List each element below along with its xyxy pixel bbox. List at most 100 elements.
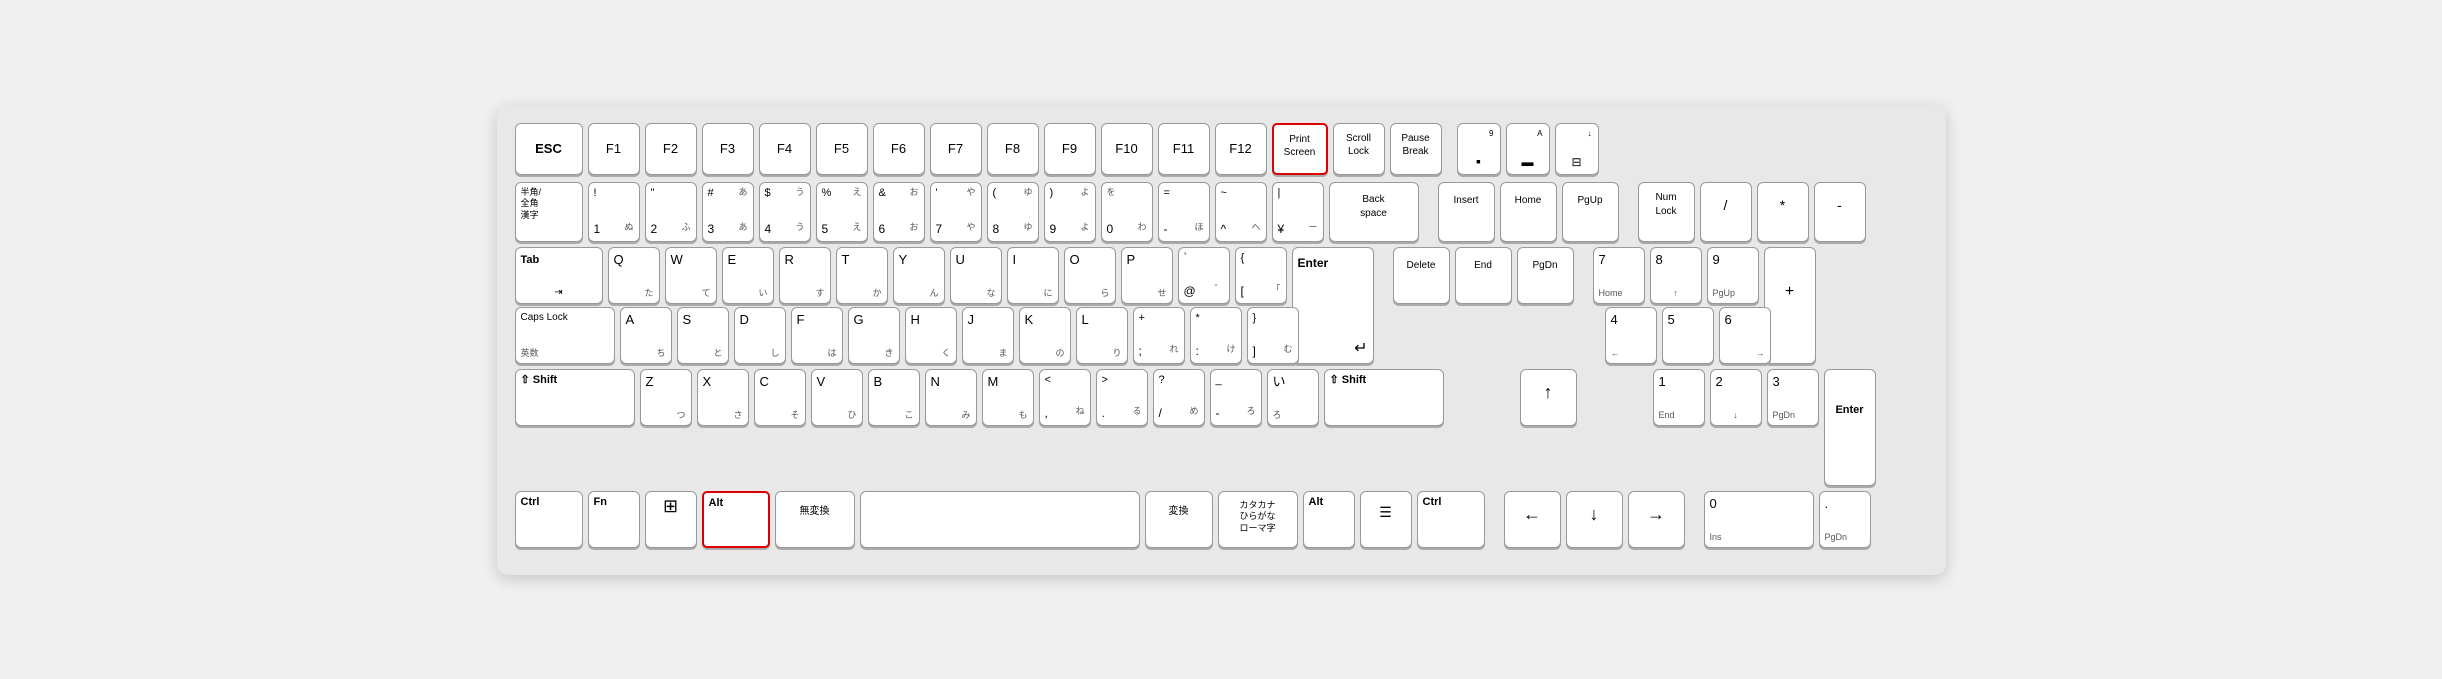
- i-small-key[interactable]: い ろ: [1267, 369, 1319, 426]
- num-minus-key[interactable]: -: [1814, 182, 1866, 242]
- space-key[interactable]: [860, 491, 1140, 548]
- m-key[interactable]: M も: [982, 369, 1034, 426]
- key-7[interactable]: ' や 7 や: [930, 182, 982, 242]
- period-key[interactable]: > . る: [1096, 369, 1148, 426]
- y-key[interactable]: Y ん: [893, 247, 945, 304]
- num-dot-key[interactable]: . PgDn: [1819, 491, 1871, 548]
- num-7-key[interactable]: 7 Home: [1593, 247, 1645, 304]
- num-asterisk-key[interactable]: *: [1757, 182, 1809, 242]
- num-slash-key[interactable]: /: [1700, 182, 1752, 242]
- key-caret[interactable]: ~ ^ へ: [1215, 182, 1267, 242]
- num-8-key[interactable]: 8 ↑: [1650, 247, 1702, 304]
- key-9[interactable]: ) よ 9 よ: [1044, 182, 1096, 242]
- left-ctrl-key[interactable]: Ctrl: [515, 491, 583, 548]
- key-4[interactable]: $ う 4 う: [759, 182, 811, 242]
- key-0[interactable]: を 0 わ: [1101, 182, 1153, 242]
- d-key[interactable]: D し: [734, 307, 786, 364]
- left-arrow-key[interactable]: ←: [1504, 491, 1561, 548]
- f12-key[interactable]: F12: [1215, 123, 1267, 175]
- f2-key[interactable]: F2: [645, 123, 697, 175]
- comma-key[interactable]: < , ね: [1039, 369, 1091, 426]
- at-key[interactable]: ` @ ゛: [1178, 247, 1230, 304]
- key-minus[interactable]: = - ほ: [1158, 182, 1210, 242]
- key-yen[interactable]: | ¥ ー: [1272, 182, 1324, 242]
- x-key[interactable]: X さ: [697, 369, 749, 426]
- bracket-close-key[interactable]: } ] む: [1247, 307, 1299, 364]
- esc-key[interactable]: ESC: [515, 123, 583, 175]
- c-key[interactable]: C そ: [754, 369, 806, 426]
- k-key[interactable]: K の: [1019, 307, 1071, 364]
- key-6[interactable]: & お 6 お: [873, 182, 925, 242]
- tab-key[interactable]: Tab ⇥: [515, 247, 603, 304]
- f4-key[interactable]: F4: [759, 123, 811, 175]
- w-key[interactable]: W て: [665, 247, 717, 304]
- left-shift-key[interactable]: ⇧ Shift: [515, 369, 635, 426]
- q-key[interactable]: Q た: [608, 247, 660, 304]
- bracket-open-key[interactable]: { [ 「: [1235, 247, 1287, 304]
- l-key[interactable]: L り: [1076, 307, 1128, 364]
- key-3[interactable]: # あ 3 あ: [702, 182, 754, 242]
- enter-key[interactable]: Enter ↵: [1292, 247, 1374, 364]
- num-lock-key[interactable]: NumLock: [1638, 182, 1695, 242]
- henkan-key[interactable]: 変換: [1145, 491, 1213, 548]
- key-2[interactable]: " 2 ふ: [645, 182, 697, 242]
- extra-key-1[interactable]: 9 ▪: [1457, 123, 1501, 175]
- g-key[interactable]: G き: [848, 307, 900, 364]
- right-alt-key[interactable]: Alt: [1303, 491, 1355, 548]
- print-screen-key[interactable]: PrintScreen: [1272, 123, 1328, 175]
- f6-key[interactable]: F6: [873, 123, 925, 175]
- num-0-key[interactable]: 0 Ins: [1704, 491, 1814, 548]
- f8-key[interactable]: F8: [987, 123, 1039, 175]
- num-4-key[interactable]: 4 ←: [1605, 307, 1657, 364]
- hankaku-key[interactable]: 半角/全角漢字: [515, 182, 583, 242]
- t-key[interactable]: T か: [836, 247, 888, 304]
- up-arrow-key[interactable]: ↑: [1520, 369, 1577, 426]
- pgup-key[interactable]: PgUp: [1562, 182, 1619, 242]
- p-key[interactable]: P せ: [1121, 247, 1173, 304]
- scroll-lock-key[interactable]: ScrollLock: [1333, 123, 1385, 175]
- right-ctrl-key[interactable]: Ctrl: [1417, 491, 1485, 548]
- f10-key[interactable]: F10: [1101, 123, 1153, 175]
- insert-key[interactable]: Insert: [1438, 182, 1495, 242]
- num-9-key[interactable]: 9 PgUp: [1707, 247, 1759, 304]
- num-enter-key[interactable]: Enter: [1824, 369, 1876, 486]
- e-key[interactable]: E い: [722, 247, 774, 304]
- f9-key[interactable]: F9: [1044, 123, 1096, 175]
- a-key[interactable]: A ち: [620, 307, 672, 364]
- f-key[interactable]: F は: [791, 307, 843, 364]
- r-key[interactable]: R す: [779, 247, 831, 304]
- underscore-key[interactable]: _ - ろ: [1210, 369, 1262, 426]
- muhenkan-key[interactable]: 無変換: [775, 491, 855, 548]
- f7-key[interactable]: F7: [930, 123, 982, 175]
- slash-key[interactable]: ? / め: [1153, 369, 1205, 426]
- num-2-key[interactable]: 2 ↓: [1710, 369, 1762, 426]
- semicolon-key[interactable]: + ; れ: [1133, 307, 1185, 364]
- num-5-key[interactable]: 5: [1662, 307, 1714, 364]
- right-arrow-key[interactable]: →: [1628, 491, 1685, 548]
- app-key[interactable]: ☰: [1360, 491, 1412, 548]
- fn-key[interactable]: Fn: [588, 491, 640, 548]
- key-8[interactable]: ( ゆ 8 ゆ: [987, 182, 1039, 242]
- s-key[interactable]: S と: [677, 307, 729, 364]
- num-3-key[interactable]: 3 PgDn: [1767, 369, 1819, 426]
- colon-key[interactable]: * : け: [1190, 307, 1242, 364]
- delete-key[interactable]: Delete: [1393, 247, 1450, 304]
- extra-key-3[interactable]: ↓ ⊟: [1555, 123, 1599, 175]
- f11-key[interactable]: F11: [1158, 123, 1210, 175]
- left-alt-key[interactable]: Alt: [702, 491, 770, 548]
- num-1-key[interactable]: 1 End: [1653, 369, 1705, 426]
- i-key[interactable]: I に: [1007, 247, 1059, 304]
- v-key[interactable]: V ひ: [811, 369, 863, 426]
- extra-key-2[interactable]: A ▬: [1506, 123, 1550, 175]
- num-plus-key[interactable]: +: [1764, 247, 1816, 364]
- u-key[interactable]: U な: [950, 247, 1002, 304]
- home-key[interactable]: Home: [1500, 182, 1557, 242]
- j-key[interactable]: J ま: [962, 307, 1014, 364]
- b-key[interactable]: B こ: [868, 369, 920, 426]
- kana-key[interactable]: カタカナひらがなローマ字: [1218, 491, 1298, 548]
- o-key[interactable]: O ら: [1064, 247, 1116, 304]
- pause-break-key[interactable]: PauseBreak: [1390, 123, 1442, 175]
- end-key[interactable]: End: [1455, 247, 1512, 304]
- h-key[interactable]: H く: [905, 307, 957, 364]
- f5-key[interactable]: F5: [816, 123, 868, 175]
